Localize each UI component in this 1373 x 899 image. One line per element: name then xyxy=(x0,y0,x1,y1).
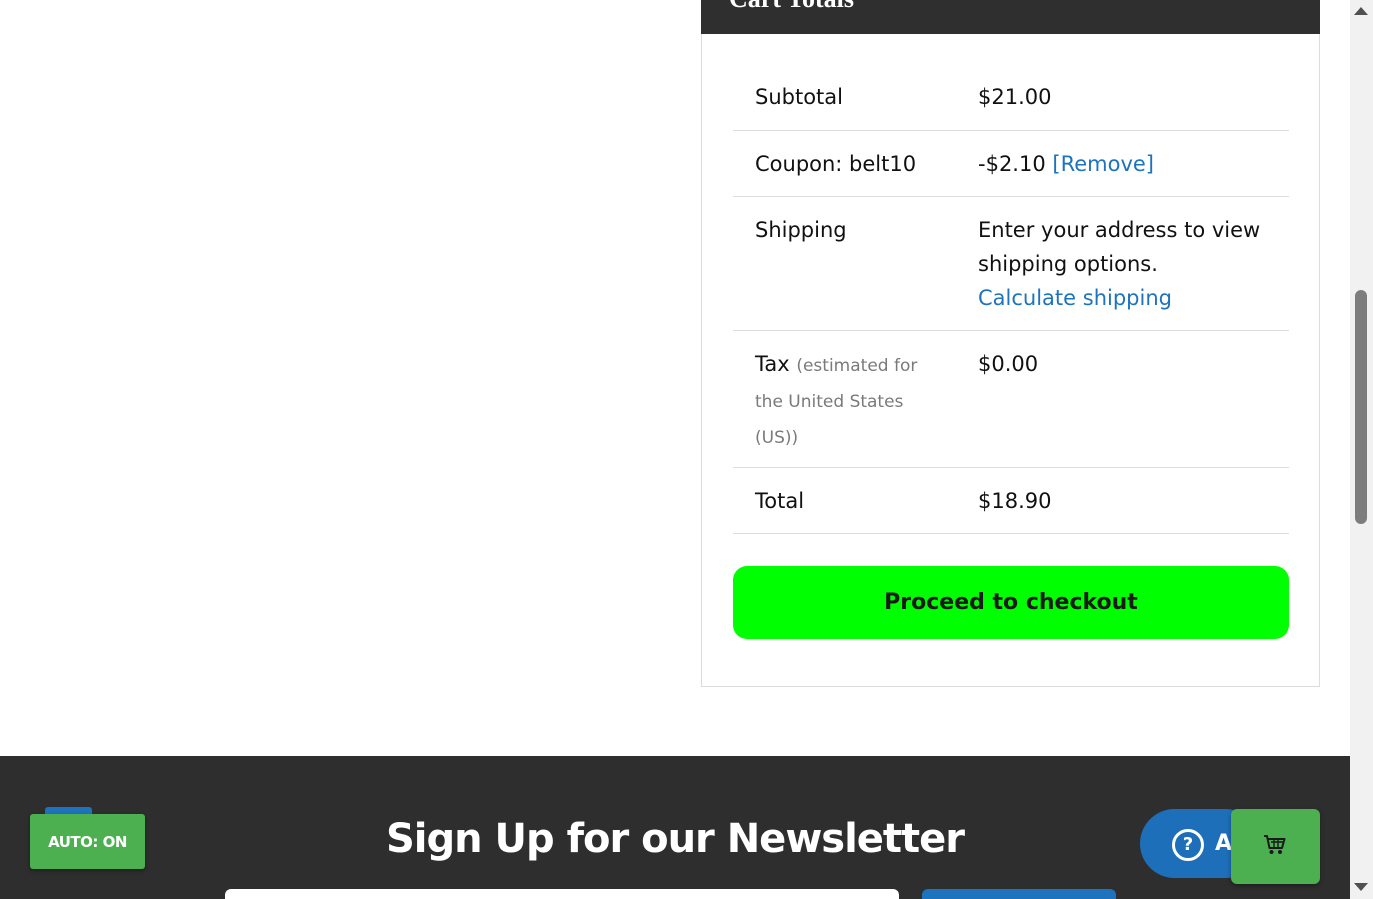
tax-note-line1: (estimated for xyxy=(796,356,918,376)
coupon-row: Coupon: belt10 -$2.10 [Remove] xyxy=(733,131,1289,197)
page: Cart Totals Subtotal $21.00 Coupon: belt… xyxy=(0,0,1373,899)
shipping-row: Shipping Enter your address to view ship… xyxy=(733,197,1289,331)
newsletter-email-input[interactable] xyxy=(225,889,899,899)
subtotal-row: Subtotal $21.00 xyxy=(733,64,1289,131)
shipping-message-line1: Enter your address to view xyxy=(978,218,1261,242)
question-circle-icon: ? xyxy=(1172,829,1204,861)
tax-note-line3: (US)) xyxy=(755,428,799,448)
calculate-shipping-link[interactable]: Calculate shipping xyxy=(978,281,1278,315)
tax-value: $0.00 xyxy=(978,352,1039,376)
totals-table: Subtotal $21.00 Coupon: belt10 -$2.10 [R… xyxy=(733,64,1289,534)
newsletter-section: AUTO: ON Sign Up for our Newsletter ? A xyxy=(0,756,1350,899)
coupon-value-cell: -$2.10 [Remove] xyxy=(978,147,1278,181)
page-scrollbar[interactable] xyxy=(1350,0,1373,899)
shipping-value-cell: Enter your address to view shipping opti… xyxy=(978,213,1278,315)
scroll-down-arrow-icon[interactable] xyxy=(1354,883,1368,891)
shipping-label: Shipping xyxy=(755,218,847,242)
floating-cart-button[interactable] xyxy=(1231,809,1320,884)
scroll-up-arrow-icon[interactable] xyxy=(1354,7,1368,15)
cart-totals-card: Subtotal $21.00 Coupon: belt10 -$2.10 [R… xyxy=(701,34,1320,687)
remove-coupon-link[interactable]: [Remove] xyxy=(1052,152,1154,176)
total-row: Total $18.90 xyxy=(733,468,1289,534)
tax-note-line2: the United States xyxy=(755,392,904,412)
cart-totals-heading: Cart Totals xyxy=(729,0,854,14)
cart-totals-header: Cart Totals xyxy=(701,0,1320,34)
subtotal-label: Subtotal xyxy=(755,85,843,109)
total-label: Total xyxy=(755,489,805,513)
subtotal-value: $21.00 xyxy=(978,85,1052,109)
help-label: A xyxy=(1215,831,1233,856)
tax-label-cell: Tax (estimated for the United States (US… xyxy=(755,347,955,455)
tax-row: Tax (estimated for the United States (US… xyxy=(733,331,1289,468)
newsletter-submit-button[interactable] xyxy=(922,889,1116,899)
shipping-message-line2: shipping options. xyxy=(978,252,1158,276)
coupon-discount: -$2.10 xyxy=(978,152,1046,176)
scrollbar-thumb[interactable] xyxy=(1355,290,1367,524)
coupon-label: Coupon: belt10 xyxy=(755,152,917,176)
proceed-to-checkout-button[interactable]: Proceed to checkout xyxy=(733,566,1289,639)
tax-label: Tax xyxy=(755,352,790,376)
total-value: $18.90 xyxy=(978,489,1052,513)
shopping-cart-icon xyxy=(1264,835,1286,854)
